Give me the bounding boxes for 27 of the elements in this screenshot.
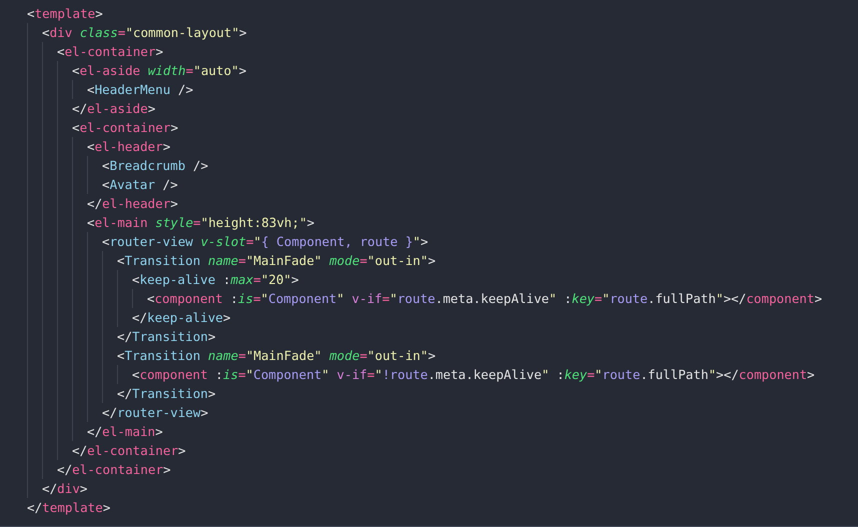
code-line: </el-header> (87, 195, 178, 213)
code-line: <router-view v-slot="{ Component, route }"> (102, 233, 428, 251)
code-line: </keep-alive> (132, 309, 231, 327)
code-line: <component :is="Component" v-if="route.meta.keepAlive" :key="route.fullPath"></component> (147, 290, 822, 308)
code-line: </Transition> (117, 328, 216, 346)
code-line: </router-view> (102, 404, 208, 422)
code-line: <Avatar /> (102, 176, 178, 194)
code-line: <HeaderMenu /> (87, 81, 194, 99)
code-line: <div class="common-layout"> (42, 24, 247, 42)
code-line: <Breadcrumb /> (102, 157, 208, 175)
code-line: <component :is="Component" v-if="!route.meta.keepAlive" :key="route.fullPath"></component> (132, 366, 815, 384)
code-line: </div> (42, 480, 88, 498)
code-line: <keep-alive :max="20"> (132, 271, 299, 289)
code-line: </el-aside> (72, 100, 156, 118)
code-line: <template> (27, 5, 103, 23)
code-line: <Transition name="MainFade" mode="out-in"> (117, 347, 436, 365)
code-line: <el-container> (57, 43, 164, 61)
code-line: </el-container> (57, 461, 171, 479)
code-line: </el-container> (72, 442, 186, 460)
code-line: <el-aside width="auto"> (72, 62, 246, 80)
code-line: </Transition> (117, 385, 216, 403)
code-line: <el-main style="height:83vh;"> (87, 214, 315, 232)
code-line: </el-main> (87, 423, 163, 441)
code-line: <el-container> (72, 119, 178, 137)
code-line: </template> (27, 499, 110, 517)
code-line: <Transition name="MainFade" mode="out-in"> (117, 252, 436, 270)
code-line: <el-header> (87, 138, 170, 156)
